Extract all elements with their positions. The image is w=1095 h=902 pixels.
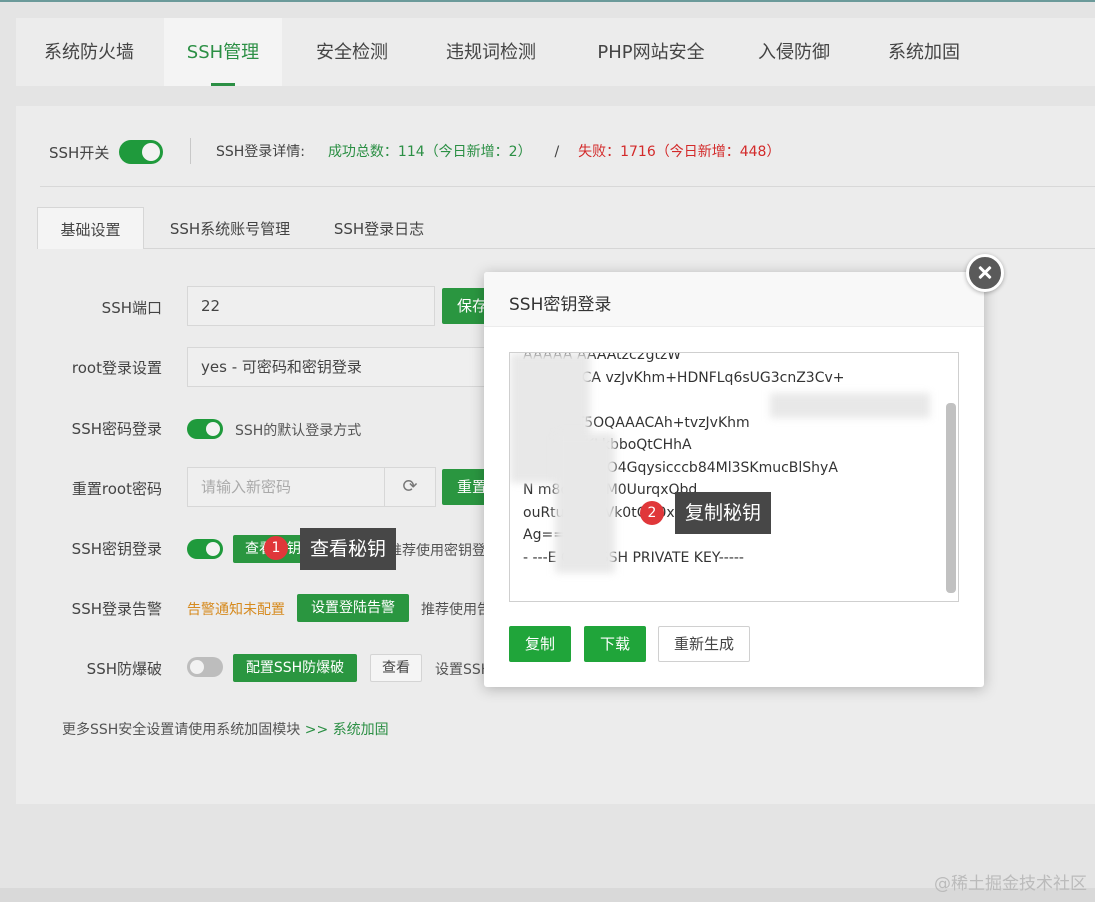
refresh-password-button[interactable]: ⟳ [384, 467, 436, 507]
callout-view-key: 查看秘钥 [300, 528, 397, 570]
download-key-button[interactable]: 下载 [584, 626, 646, 662]
bottom-band [0, 888, 1095, 902]
tab-intrusion[interactable]: 入侵防御 [746, 18, 842, 86]
modal-header: SSH密钥登录 [484, 272, 984, 327]
redaction-blur [555, 433, 615, 573]
step-badge-1: 1 [264, 536, 288, 560]
ssh-port-input[interactable]: 22 [187, 286, 435, 326]
ssh-detail-label: SSH登录详情: [216, 144, 306, 160]
regenerate-key-button[interactable]: 重新生成 [658, 626, 750, 662]
ssh-port-label: SSH端口 [101, 299, 162, 317]
tab-php-security[interactable]: PHP网站安全 [576, 18, 726, 86]
fail-count: 失败：1716（今日新增：448） [578, 144, 781, 160]
private-key-textarea[interactable]: AAAAA AAAAtzc2gtzW zOQAAACA vzJvKhm+HDNF… [509, 352, 959, 602]
ssh-switch-row: SSH开关 [49, 140, 164, 164]
more-text: 更多SSH安全设置请使用系统加固模块 [62, 722, 301, 738]
subtab-ssh-logs[interactable]: SSH登录日志 [323, 207, 435, 249]
ssh-login-detail: SSH登录详情: 成功总数：114（今日新增：2） / 失败：1716（今日新增… [216, 141, 780, 161]
ssh-switch-toggle[interactable] [119, 140, 164, 164]
more-settings-note: 更多SSH安全设置请使用系统加固模块 >> 系统加固 [62, 719, 389, 739]
alert-status: 告警通知未配置 [187, 602, 285, 618]
divider [143, 248, 1095, 249]
callout-copy-key: 复制秘钥 [675, 492, 772, 534]
root-login-select[interactable]: yes - 可密码和密钥登录 [187, 347, 497, 387]
step-badge-2: 2 [640, 501, 664, 525]
detail-separator: / [554, 144, 560, 160]
brute-force-toggle[interactable] [187, 657, 223, 677]
ssh-switch-label: SSH开关 [49, 143, 110, 162]
window-top-line [0, 0, 1095, 2]
watermark: @稀土掘金技术社区 [934, 874, 1087, 894]
ssh-key-modal: SSH密钥登录 AAAAA AAAAtzc2gtzW zOQAAACA vzJv… [484, 272, 984, 687]
close-icon[interactable] [966, 254, 1004, 292]
view-brute-force-button[interactable]: 查看 [370, 654, 422, 682]
success-count: 成功总数：114（今日新增：2） [327, 144, 532, 160]
copy-key-button[interactable]: 复制 [509, 626, 571, 662]
pwd-login-toggle[interactable] [187, 419, 223, 439]
divider [190, 138, 191, 164]
subtab-basic-settings[interactable]: 基础设置 [37, 207, 144, 249]
tab-hardening[interactable]: 系统加固 [876, 18, 972, 86]
new-password-input[interactable]: 请输入新密码 [187, 467, 385, 507]
more-arrow: >> [304, 722, 329, 738]
key-login-toggle[interactable] [187, 539, 223, 559]
subtab-ssh-accounts[interactable]: SSH系统账号管理 [157, 207, 303, 249]
top-nav: 系统防火墙 SSH管理 安全检测 违规词检测 PHP网站安全 入侵防御 系统加固 [16, 18, 1095, 86]
key-login-label: SSH密钥登录 [71, 540, 162, 558]
tab-ssh-management[interactable]: SSH管理 [164, 18, 282, 86]
reset-root-label: 重置root密码 [71, 480, 162, 498]
textarea-scrollbar[interactable] [946, 403, 956, 593]
set-alert-button[interactable]: 设置登陆告警 [297, 594, 409, 622]
refresh-icon: ⟳ [402, 476, 418, 497]
pwd-login-label: SSH密码登录 [71, 420, 162, 438]
config-brute-force-button[interactable]: 配置SSH防爆破 [233, 654, 357, 682]
brute-force-label: SSH防爆破 [86, 660, 162, 678]
pwd-login-hint: SSH的默认登录方式 [235, 423, 362, 439]
redaction-blur [770, 393, 930, 418]
login-alert-label: SSH登录告警 [71, 600, 162, 618]
hardening-link[interactable]: 系统加固 [333, 722, 389, 738]
tab-banned-words[interactable]: 违规词检测 [426, 18, 556, 86]
root-login-label: root登录设置 [71, 359, 162, 377]
tab-security-check[interactable]: 安全检测 [296, 18, 408, 86]
divider [40, 186, 1095, 187]
tab-firewall[interactable]: 系统防火墙 [16, 18, 162, 86]
modal-title: SSH密钥登录 [509, 295, 612, 315]
